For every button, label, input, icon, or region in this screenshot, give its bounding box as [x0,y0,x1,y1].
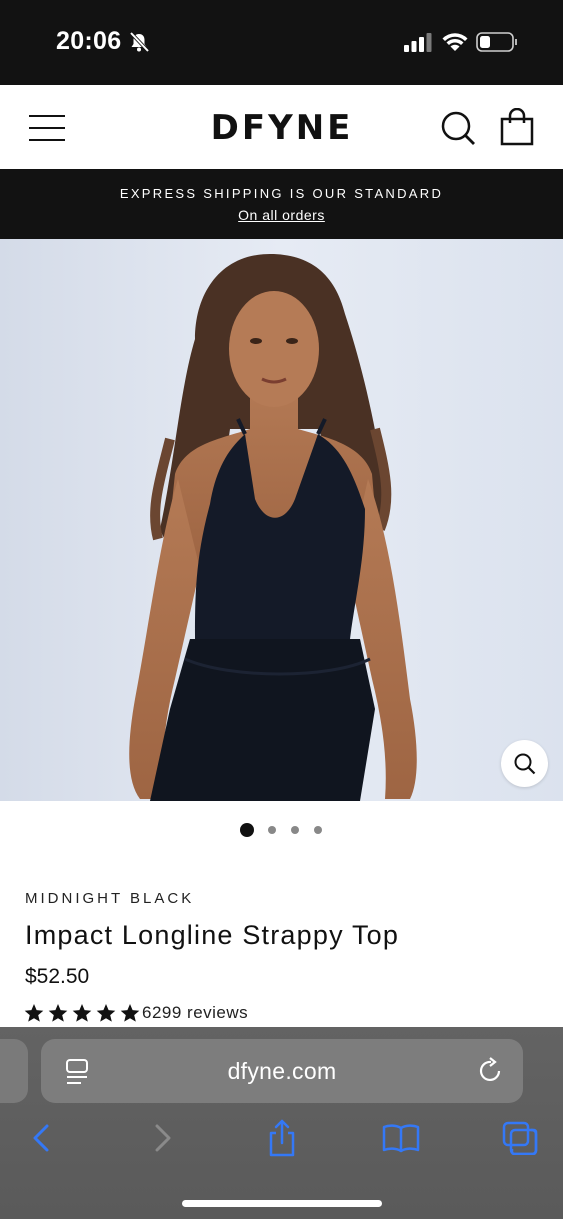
gallery-dot[interactable] [240,823,254,837]
product-title: Impact Longline Strappy Top [25,920,400,950]
reload-icon[interactable] [477,1057,505,1085]
brand-logo-text: DFYNE [211,111,354,143]
tabs-icon[interactable] [502,1121,538,1155]
product-price: $52.50 [25,965,90,988]
announcement-bar: EXPRESS SHIPPING IS OUR STANDARD On all … [0,169,563,239]
forward-icon[interactable] [152,1123,174,1153]
star-icon [48,1004,68,1022]
gallery-dot[interactable] [268,826,276,834]
rating-stars[interactable] [24,1003,142,1023]
previous-tab-preview[interactable] [0,1039,28,1103]
gallery-dot[interactable] [314,826,322,834]
brand-logo[interactable]: DFYNE [202,111,362,143]
menu-icon[interactable] [28,113,66,143]
product-photo-illustration [0,239,563,801]
product-image[interactable] [0,239,563,801]
announcement-title: EXPRESS SHIPPING IS OUR STANDARD [119,186,444,201]
zoom-button[interactable] [501,740,548,787]
back-icon[interactable] [30,1123,52,1153]
star-icon [96,1004,116,1022]
bookmarks-icon[interactable] [382,1123,420,1153]
zoom-search-icon [514,753,536,775]
battery-icon [476,32,517,52]
home-indicator[interactable] [182,1200,382,1207]
gallery-dots [0,823,563,839]
star-icon [24,1004,44,1022]
star-icon [72,1004,92,1022]
url-text[interactable]: dfyne.com [41,1058,523,1085]
gallery-dot[interactable] [291,826,299,834]
bag-icon[interactable] [500,108,534,146]
announcement-link[interactable]: On all orders [0,207,563,223]
share-icon[interactable] [266,1118,298,1158]
star-icon [120,1004,140,1022]
reviews-link[interactable]: 6299 reviews [142,1003,248,1023]
product-color: MIDNIGHT BLACK [25,890,195,907]
browser-toolbar: dfyne.com [0,1027,563,1219]
wifi-icon [442,33,468,51]
cellular-signal-icon [404,33,432,52]
address-bar[interactable]: dfyne.com [41,1039,523,1103]
status-bar: 20:06 [0,0,563,85]
search-icon[interactable] [440,110,476,146]
bell-slash-icon [129,31,150,53]
status-time: 20:06 [56,27,122,55]
site-header: DFYNE [0,85,563,169]
